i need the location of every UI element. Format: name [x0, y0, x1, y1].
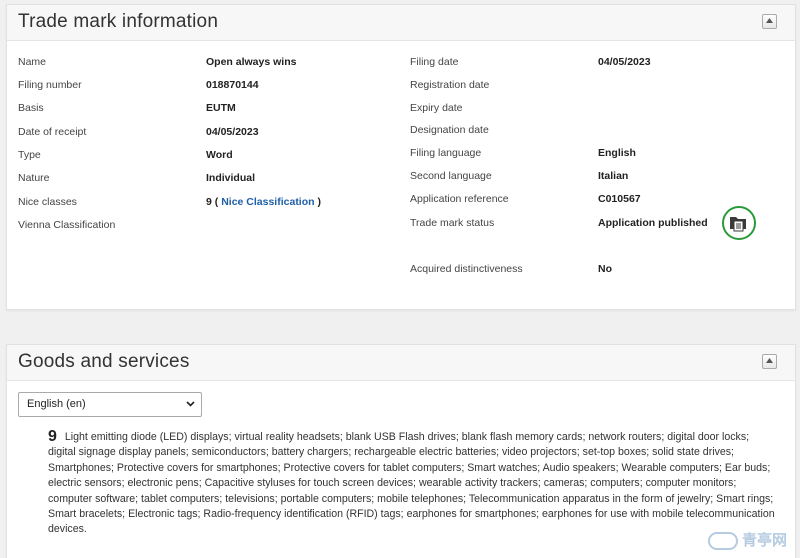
chevron-down-icon [186, 401, 195, 407]
watermark-icon [707, 532, 738, 550]
filing-language-value: English [598, 147, 636, 159]
collapse-up-icon [766, 18, 773, 23]
type-label: Type [18, 149, 41, 161]
acquired-distinctiveness-label: Acquired distinctiveness [410, 263, 523, 275]
trademark-panel-header: Trade mark information [7, 5, 795, 41]
acquired-distinctiveness-value: No [598, 263, 612, 275]
goods-panel-header: Goods and services [7, 345, 795, 381]
goods-collapse-button[interactable] [762, 354, 777, 369]
goods-description: 9 Light emitting diode (LED) displays; vi… [48, 429, 779, 538]
trademark-collapse-button[interactable] [762, 14, 777, 29]
basis-label: Basis [18, 102, 44, 114]
basis-value: EUTM [206, 102, 236, 114]
expiry-date-label: Expiry date [410, 102, 463, 114]
type-value: Word [206, 149, 233, 161]
nature-value: Individual [206, 172, 256, 184]
watermark-logo: 青亭网 [707, 529, 787, 550]
date-of-receipt-label: Date of receipt [18, 126, 87, 138]
folder-document-icon [730, 217, 746, 232]
trade-mark-status-value: Application published [598, 217, 708, 229]
filing-number-label: Filing number [18, 79, 82, 91]
nice-class-number: 9 ( [206, 196, 219, 208]
watermark-text: 青亭网 [741, 531, 787, 549]
registration-date-label: Registration date [410, 79, 490, 91]
nature-label: Nature [18, 172, 50, 184]
filing-date-label: Filing date [410, 56, 459, 68]
trade-mark-status-label: Trade mark status [410, 217, 495, 229]
filing-number-value: 018870144 [206, 79, 259, 91]
designation-date-label: Designation date [410, 124, 489, 136]
language-select-value: English (en) [27, 398, 86, 410]
goods-and-services-panel: Goods and services English (en) 9 Light e… [6, 344, 796, 558]
second-language-label: Second language [410, 170, 492, 182]
vienna-classification-label: Vienna Classification [18, 219, 116, 231]
nice-class-suffix: ) [317, 196, 321, 208]
language-select[interactable]: English (en) [18, 392, 202, 417]
class-number: 9 [48, 428, 57, 445]
filing-language-label: Filing language [410, 147, 482, 159]
goods-description-text: Light emitting diode (LED) displays; vir… [48, 431, 775, 536]
filing-date-value: 04/05/2023 [598, 56, 651, 68]
goods-panel-title: Goods and services [18, 351, 190, 372]
second-language-value: Italian [598, 170, 629, 182]
name-label: Name [18, 56, 47, 68]
nice-classes-value: 9 ( Nice Classification ) [206, 195, 321, 209]
collapse-up-icon [766, 358, 773, 363]
trademark-panel-title: Trade mark information [18, 11, 219, 32]
application-reference-label: Application reference [410, 193, 509, 205]
application-reference-value: C010567 [598, 193, 641, 205]
nice-classes-label: Nice classes [18, 196, 77, 208]
name-value: Open always wins [206, 56, 297, 68]
trademark-information-panel: Trade mark information Name Filing numbe… [6, 4, 796, 310]
date-of-receipt-value: 04/05/2023 [206, 126, 259, 138]
trade-mark-status-button[interactable] [722, 206, 756, 240]
nice-classification-link[interactable]: Nice Classification [221, 196, 314, 208]
